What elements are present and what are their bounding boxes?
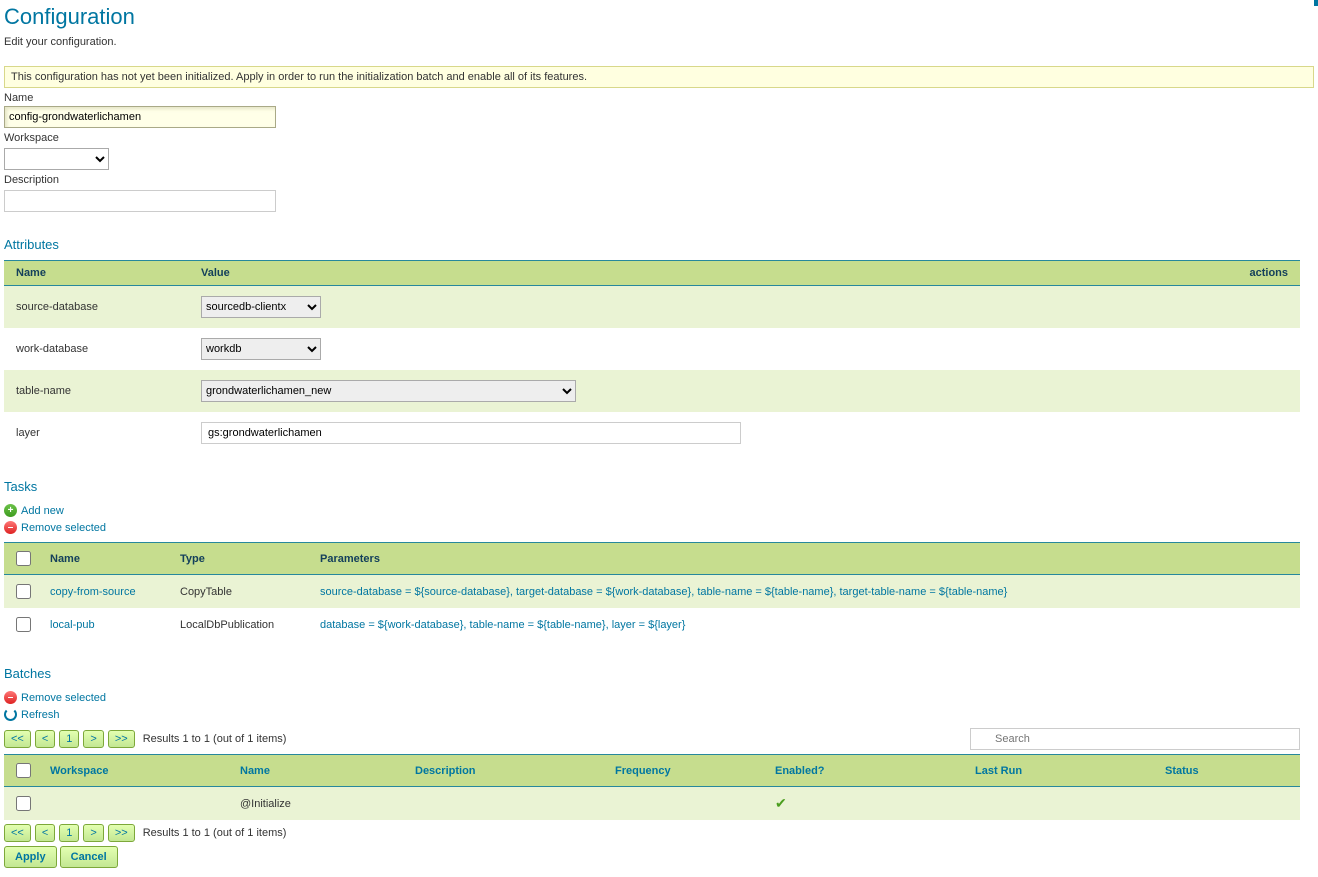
- pager-prev[interactable]: <: [35, 730, 55, 748]
- source-database-select[interactable]: sourcedb-clientx: [201, 296, 321, 318]
- batch-description: [407, 787, 607, 821]
- attr-row: table-name grondwaterlichamen_new: [4, 370, 1300, 412]
- remove-selected-tasks-label: Remove selected: [21, 522, 106, 534]
- pager-page[interactable]: 1: [59, 824, 79, 842]
- batches-pager-top: << < 1 > >> Results 1 to 1 (out of 1 ite…: [4, 728, 1300, 750]
- batch-status: [1157, 787, 1300, 821]
- add-icon: +: [4, 504, 17, 517]
- remove-selected-tasks-link[interactable]: – Remove selected: [4, 521, 106, 534]
- attr-col-actions: actions: [1200, 261, 1300, 286]
- batches-col-lastrun[interactable]: Last Run: [967, 755, 1157, 787]
- description-label: Description: [4, 174, 1314, 186]
- pager-results: Results 1 to 1 (out of 1 items): [143, 827, 287, 839]
- batch-lastrun: [967, 787, 1157, 821]
- refresh-icon: [4, 708, 17, 721]
- tasks-select-all[interactable]: [16, 551, 31, 566]
- batch-workspace: [42, 787, 232, 821]
- add-new-link[interactable]: + Add new: [4, 504, 64, 517]
- task-name-link[interactable]: local-pub: [50, 619, 95, 631]
- tasks-col-name: Name: [42, 543, 172, 575]
- tasks-col-type: Type: [172, 543, 312, 575]
- refresh-link[interactable]: Refresh: [4, 708, 60, 721]
- attr-name: source-database: [4, 286, 189, 329]
- batches-col-enabled[interactable]: Enabled?: [767, 755, 967, 787]
- task-name-link[interactable]: copy-from-source: [50, 586, 136, 598]
- page-title: Configuration: [4, 4, 1314, 30]
- batches-col-description[interactable]: Description: [407, 755, 607, 787]
- pager-first[interactable]: <<: [4, 824, 31, 842]
- task-row: copy-from-source CopyTable source-databa…: [4, 575, 1300, 609]
- task-params-link[interactable]: database = ${work-database}, table-name …: [320, 619, 685, 631]
- remove-icon: –: [4, 691, 17, 704]
- batches-col-frequency[interactable]: Frequency: [607, 755, 767, 787]
- attr-name: work-database: [4, 328, 189, 370]
- batches-pager-bottom: << < 1 > >> Results 1 to 1 (out of 1 ite…: [4, 824, 1300, 842]
- batch-checkbox[interactable]: [16, 796, 31, 811]
- name-label: Name: [4, 92, 1314, 104]
- pager-results: Results 1 to 1 (out of 1 items): [143, 733, 287, 745]
- add-new-label: Add new: [21, 505, 64, 517]
- tasks-title: Tasks: [4, 479, 1314, 494]
- batch-row: @Initialize ✔: [4, 787, 1300, 821]
- batches-table: Workspace Name Description Frequency Ena…: [4, 754, 1300, 820]
- attributes-table: Name Value actions source-database sourc…: [4, 260, 1300, 454]
- batches-col-status[interactable]: Status: [1157, 755, 1300, 787]
- pager-last[interactable]: >>: [108, 824, 135, 842]
- description-input[interactable]: [4, 190, 276, 212]
- pager-page[interactable]: 1: [59, 730, 79, 748]
- batches-search-input[interactable]: [970, 728, 1300, 750]
- attr-name: table-name: [4, 370, 189, 412]
- batches-col-workspace[interactable]: Workspace: [42, 755, 232, 787]
- task-checkbox[interactable]: [16, 617, 31, 632]
- table-name-select[interactable]: grondwaterlichamen_new: [201, 380, 576, 402]
- batch-name: @Initialize: [232, 787, 407, 821]
- task-params-link[interactable]: source-database = ${source-database}, ta…: [320, 586, 1007, 598]
- remove-icon: –: [4, 521, 17, 534]
- top-accent: [1314, 0, 1318, 6]
- attr-row: layer: [4, 412, 1300, 454]
- remove-selected-batches-link[interactable]: – Remove selected: [4, 691, 106, 704]
- pager-prev[interactable]: <: [35, 824, 55, 842]
- tasks-table: Name Type Parameters copy-from-source Co…: [4, 542, 1300, 641]
- enabled-tick-icon: ✔: [775, 795, 787, 811]
- pager-next[interactable]: >: [83, 824, 103, 842]
- attr-row: source-database sourcedb-clientx: [4, 286, 1300, 329]
- work-database-select[interactable]: workdb: [201, 338, 321, 360]
- attr-col-name: Name: [4, 261, 189, 286]
- remove-selected-batches-label: Remove selected: [21, 692, 106, 704]
- pager-first[interactable]: <<: [4, 730, 31, 748]
- attributes-title: Attributes: [4, 237, 1314, 252]
- cancel-button[interactable]: Cancel: [60, 846, 118, 868]
- task-type: LocalDbPublication: [172, 608, 312, 641]
- apply-button[interactable]: Apply: [4, 846, 57, 868]
- name-input[interactable]: [4, 106, 276, 128]
- tasks-col-params: Parameters: [312, 543, 1300, 575]
- layer-input[interactable]: [201, 422, 741, 444]
- batch-frequency: [607, 787, 767, 821]
- batches-col-name[interactable]: Name: [232, 755, 407, 787]
- workspace-label: Workspace: [4, 132, 1314, 144]
- task-checkbox[interactable]: [16, 584, 31, 599]
- task-type: CopyTable: [172, 575, 312, 609]
- init-warning: This configuration has not yet been init…: [4, 66, 1314, 88]
- workspace-select[interactable]: [4, 148, 109, 170]
- batches-title: Batches: [4, 666, 1314, 681]
- batches-select-all[interactable]: [16, 763, 31, 778]
- page-subtitle: Edit your configuration.: [4, 36, 1314, 48]
- pager-next[interactable]: >: [83, 730, 103, 748]
- attr-col-value: Value: [189, 261, 1200, 286]
- refresh-label: Refresh: [21, 709, 60, 721]
- task-row: local-pub LocalDbPublication database = …: [4, 608, 1300, 641]
- attr-row: work-database workdb: [4, 328, 1300, 370]
- pager-last[interactable]: >>: [108, 730, 135, 748]
- attr-name: layer: [4, 412, 189, 454]
